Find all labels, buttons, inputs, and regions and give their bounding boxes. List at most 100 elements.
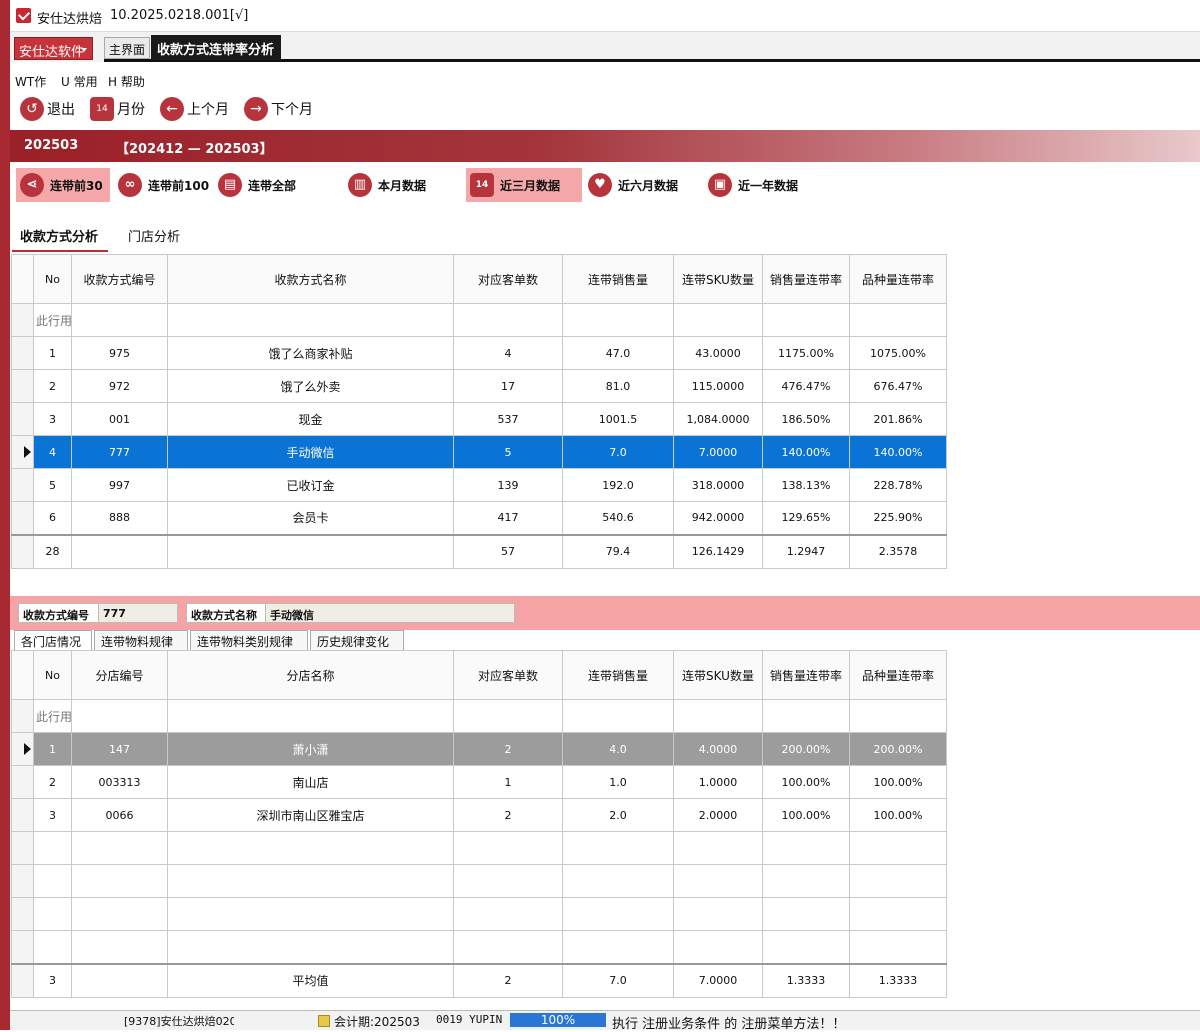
cell: 手动微信 xyxy=(167,435,454,469)
table-row[interactable]: 1 975 饿了么商家补贴 4 47.0 43.0000 1175.00% 1075.00% xyxy=(11,336,947,370)
filter-cell[interactable] xyxy=(453,303,563,337)
col-header[interactable]: 销售量连带率 xyxy=(762,254,850,304)
next-month-button[interactable]: → 下个月 xyxy=(244,96,313,122)
filter-row[interactable]: 此行用 xyxy=(11,303,947,337)
cell: 001 xyxy=(71,402,168,436)
row-indicator xyxy=(11,765,34,799)
link-icon: ∞ xyxy=(118,173,142,197)
filter-this-month[interactable]: ▥ 本月数据 xyxy=(344,168,444,202)
tab-history[interactable]: 历史规律变化 xyxy=(310,630,404,650)
filter-six-months[interactable]: ♥ 近六月数据 xyxy=(584,168,694,202)
col-header[interactable]: 分店编号 xyxy=(71,650,168,700)
table-footer-row: 28 57 79.4 126.1429 1.2947 2.3578 xyxy=(11,534,947,569)
table-row[interactable]: 5 997 已收订金 139 192.0 318.0000 138.13% 228.78% xyxy=(11,468,947,502)
table-row[interactable]: 6 888 会员卡 417 540.6 942.0000 129.65% 225.90% xyxy=(11,501,947,535)
col-header[interactable]: 对应客单数 xyxy=(453,254,563,304)
col-header[interactable]: 连带SKU数量 xyxy=(673,254,763,304)
table-row[interactable]: 2 972 饿了么外卖 17 81.0 115.0000 476.47% 676.47% xyxy=(11,369,947,403)
filter-cell[interactable] xyxy=(453,699,563,733)
table-row[interactable]: 3 0066 深圳市南山区雅宝店 2 2.0 2.0000 100.00% 100.00% xyxy=(11,798,947,832)
cell: 115.0000 xyxy=(673,369,763,403)
filter-cell[interactable] xyxy=(673,699,763,733)
col-header[interactable]: No xyxy=(33,650,72,700)
cell: 1 xyxy=(453,765,563,799)
col-header[interactable]: 分店名称 xyxy=(167,650,454,700)
cell: 南山店 xyxy=(167,765,454,799)
tab-category-pattern[interactable]: 连带物料类别规律 xyxy=(190,630,308,650)
table-row-selected[interactable]: 1 147 萧小潇 2 4.0 4.0000 200.00% 200.00% xyxy=(11,732,947,766)
col-header[interactable]: 对应客单数 xyxy=(453,650,563,700)
footer-cell: 1.2947 xyxy=(762,534,850,569)
filter-all[interactable]: ▤ 连带全部 xyxy=(214,168,312,202)
filter-cell[interactable] xyxy=(673,303,763,337)
app-version: 10.2025.0218.001[√] xyxy=(110,8,249,23)
filter-cell[interactable] xyxy=(849,699,947,733)
filter-one-year[interactable]: ▣ 近一年数据 xyxy=(704,168,822,202)
store-table: No 分店编号 分店名称 对应客单数 连带销售量 连带SKU数量 销售量连带率 … xyxy=(11,650,947,998)
filter-cell[interactable] xyxy=(562,699,674,733)
tab-main[interactable]: 主界面 xyxy=(104,37,150,59)
cell: 1175.00% xyxy=(762,336,850,370)
filter-cell[interactable] xyxy=(762,699,850,733)
code-field[interactable]: 777 xyxy=(98,603,178,623)
cell: 676.47% xyxy=(849,369,947,403)
tab-store-status[interactable]: 各门店情况 xyxy=(14,630,92,650)
footer-cell xyxy=(167,534,454,569)
filter-cell[interactable] xyxy=(849,303,947,337)
filter-cell[interactable] xyxy=(71,699,168,733)
empty-cell xyxy=(167,897,454,931)
col-header[interactable]: 收款方式编号 xyxy=(71,254,168,304)
filter-label: 此行用 xyxy=(33,303,72,337)
filter-top30[interactable]: ⋖ 连带前30 xyxy=(16,168,110,202)
col-header[interactable]: 品种量连带率 xyxy=(849,650,947,700)
cell: 003313 xyxy=(71,765,168,799)
col-header[interactable]: 连带SKU数量 xyxy=(673,650,763,700)
menu-work[interactable]: WT作 xyxy=(15,73,46,90)
col-header[interactable]: 收款方式名称 xyxy=(167,254,454,304)
cell: 975 xyxy=(71,336,168,370)
name-field[interactable]: 手动微信 xyxy=(265,603,515,623)
filter-cell[interactable] xyxy=(167,699,454,733)
cell: 7.0 xyxy=(562,435,674,469)
col-header[interactable]: No xyxy=(33,254,72,304)
app-menu-button[interactable]: 安仕达软件 xyxy=(14,37,93,60)
row-indicator xyxy=(11,402,34,436)
subtab-payment[interactable]: 收款方式分析 xyxy=(12,222,108,252)
subtab-store[interactable]: 门店分析 xyxy=(128,222,198,252)
table-row[interactable]: 2 003313 南山店 1 1.0 1.0000 100.00% 100.00% xyxy=(11,765,947,799)
filter-cell[interactable] xyxy=(762,303,850,337)
detail-bar: 收款方式编号 777 收款方式名称 手动微信 xyxy=(10,596,1200,630)
cell: 972 xyxy=(71,369,168,403)
table-row[interactable]: 3 001 现金 537 1001.5 1,084.0000 186.50% 201.86% xyxy=(11,402,947,436)
table-header-row: No 分店编号 分店名称 对应客单数 连带销售量 连带SKU数量 销售量连带率 … xyxy=(11,650,947,700)
filter-three-months[interactable]: 14 近三月数据 xyxy=(466,168,582,202)
filter-row[interactable]: 此行用 xyxy=(11,699,947,733)
table-row-selected[interactable]: 4 777 手动微信 5 7.0 7.0000 140.00% 140.00% xyxy=(11,435,947,469)
filter-top100[interactable]: ∞ 连带前100 xyxy=(114,168,212,202)
cell: 1001.5 xyxy=(562,402,674,436)
tab-item-pattern[interactable]: 连带物料规律 xyxy=(94,630,188,650)
title-bar: 安仕达烘焙 10.2025.0218.001[√] xyxy=(0,0,1200,32)
filter-cell[interactable] xyxy=(562,303,674,337)
filter-cell[interactable] xyxy=(71,303,168,337)
col-header[interactable]: 连带销售量 xyxy=(562,254,674,304)
row-indicator xyxy=(11,303,34,337)
status-message: 执行 注册业务条件 的 注册菜单方法！！ xyxy=(612,1017,846,1032)
filter-bar: ⋖ 连带前30 ∞ 连带前100 ▤ 连带全部 ▥ 本月数据 14 近三月数据 ♥ 近六月数… xyxy=(10,166,1200,204)
tab-active[interactable]: 收款方式连带率分析 xyxy=(151,35,281,60)
filter-cell[interactable] xyxy=(167,303,454,337)
col-header[interactable]: 销售量连带率 xyxy=(762,650,850,700)
prev-month-button[interactable]: ← 上个月 xyxy=(160,96,229,122)
col-header[interactable]: 连带销售量 xyxy=(562,650,674,700)
cell: 777 xyxy=(71,435,168,469)
status-operator: 0019 YUPIN xyxy=(436,1013,503,1026)
month-button[interactable]: 14 月份 xyxy=(90,96,145,122)
exit-button[interactable]: ↺ 退出 xyxy=(20,96,75,122)
row-indicator xyxy=(11,369,34,403)
cell: 2 xyxy=(33,765,72,799)
empty-cell xyxy=(673,864,763,898)
menu-common[interactable]: U 常用 xyxy=(61,73,98,90)
name-label: 收款方式名称 xyxy=(186,603,274,623)
menu-help[interactable]: H 帮助 xyxy=(108,73,145,90)
col-header[interactable]: 品种量连带率 xyxy=(849,254,947,304)
